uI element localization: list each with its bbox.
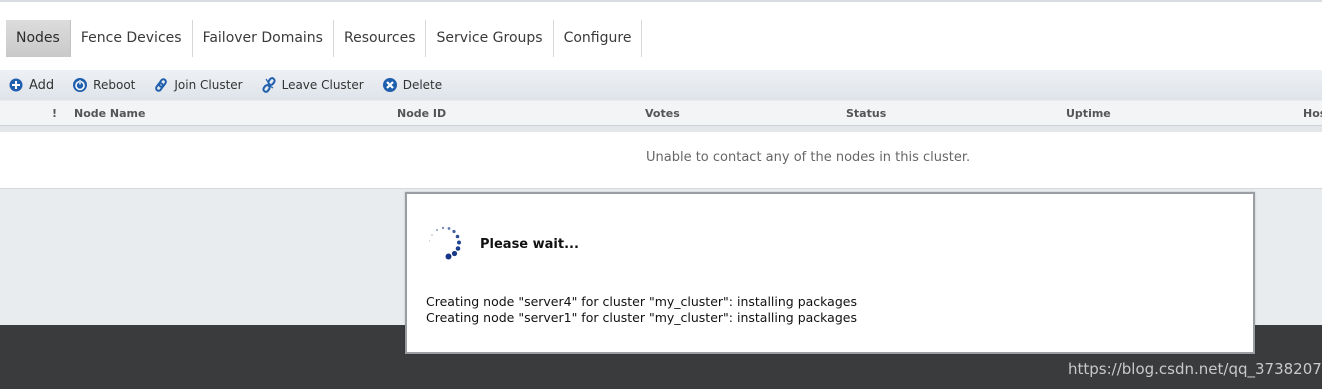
column-flag[interactable]: ! — [52, 107, 57, 120]
join-cluster-button[interactable]: Join Cluster — [153, 77, 243, 93]
tab-bar: Nodes Fence Devices Failover Domains Res… — [0, 2, 1322, 70]
tab-fence-devices[interactable]: Fence Devices — [71, 20, 193, 57]
loading-spinner-icon — [425, 224, 465, 264]
tabs: Nodes Fence Devices Failover Domains Res… — [6, 20, 643, 57]
tab-resources[interactable]: Resources — [334, 20, 427, 57]
leave-cluster-button[interactable]: Leave Cluster — [261, 77, 364, 93]
broken-link-icon — [261, 77, 277, 93]
tab-nodes[interactable]: Nodes — [6, 20, 71, 57]
dialog-message: Creating node "server1" for cluster "my_… — [426, 310, 857, 325]
x-circle-icon — [382, 77, 398, 93]
column-node-id[interactable]: Node ID — [397, 107, 446, 120]
reboot-label: Reboot — [93, 78, 136, 92]
delete-label: Delete — [402, 78, 443, 92]
dialog-message: Creating node "server4" for cluster "my_… — [426, 294, 857, 309]
table-body: Unable to contact any of the nodes in th… — [0, 132, 1322, 189]
column-status[interactable]: Status — [846, 107, 886, 120]
power-icon — [72, 77, 88, 93]
link-icon — [153, 77, 169, 93]
leave-cluster-label: Leave Cluster — [281, 78, 364, 92]
dialog-messages: Creating node "server4" for cluster "my_… — [426, 294, 857, 326]
please-wait-dialog: Please wait... Creating node "server4" f… — [405, 192, 1255, 354]
column-host[interactable]: Hos — [1303, 107, 1322, 120]
reboot-button[interactable]: Reboot — [72, 77, 135, 93]
table-header: ! Node Name Node ID Votes Status Uptime … — [0, 101, 1322, 126]
watermark-text: https://blog.csdn.net/qq_37382077 — [1068, 360, 1322, 378]
column-uptime[interactable]: Uptime — [1066, 107, 1111, 120]
node-toolbar: Add Reboot Join Cluster Leave Cluster De… — [0, 70, 1322, 100]
add-label: Add — [29, 77, 55, 93]
add-button[interactable]: Add — [8, 77, 54, 93]
dialog-title: Please wait... — [480, 237, 579, 252]
column-node-name[interactable]: Node Name — [74, 107, 145, 120]
tab-configure[interactable]: Configure — [554, 20, 643, 57]
delete-button[interactable]: Delete — [382, 77, 442, 93]
plus-circle-icon — [8, 77, 24, 93]
tab-service-groups[interactable]: Service Groups — [426, 20, 554, 57]
join-cluster-label: Join Cluster — [174, 78, 243, 92]
column-votes[interactable]: Votes — [645, 107, 680, 120]
empty-table-message: Unable to contact any of the nodes in th… — [646, 150, 971, 165]
tab-failover-domains[interactable]: Failover Domains — [193, 20, 334, 57]
